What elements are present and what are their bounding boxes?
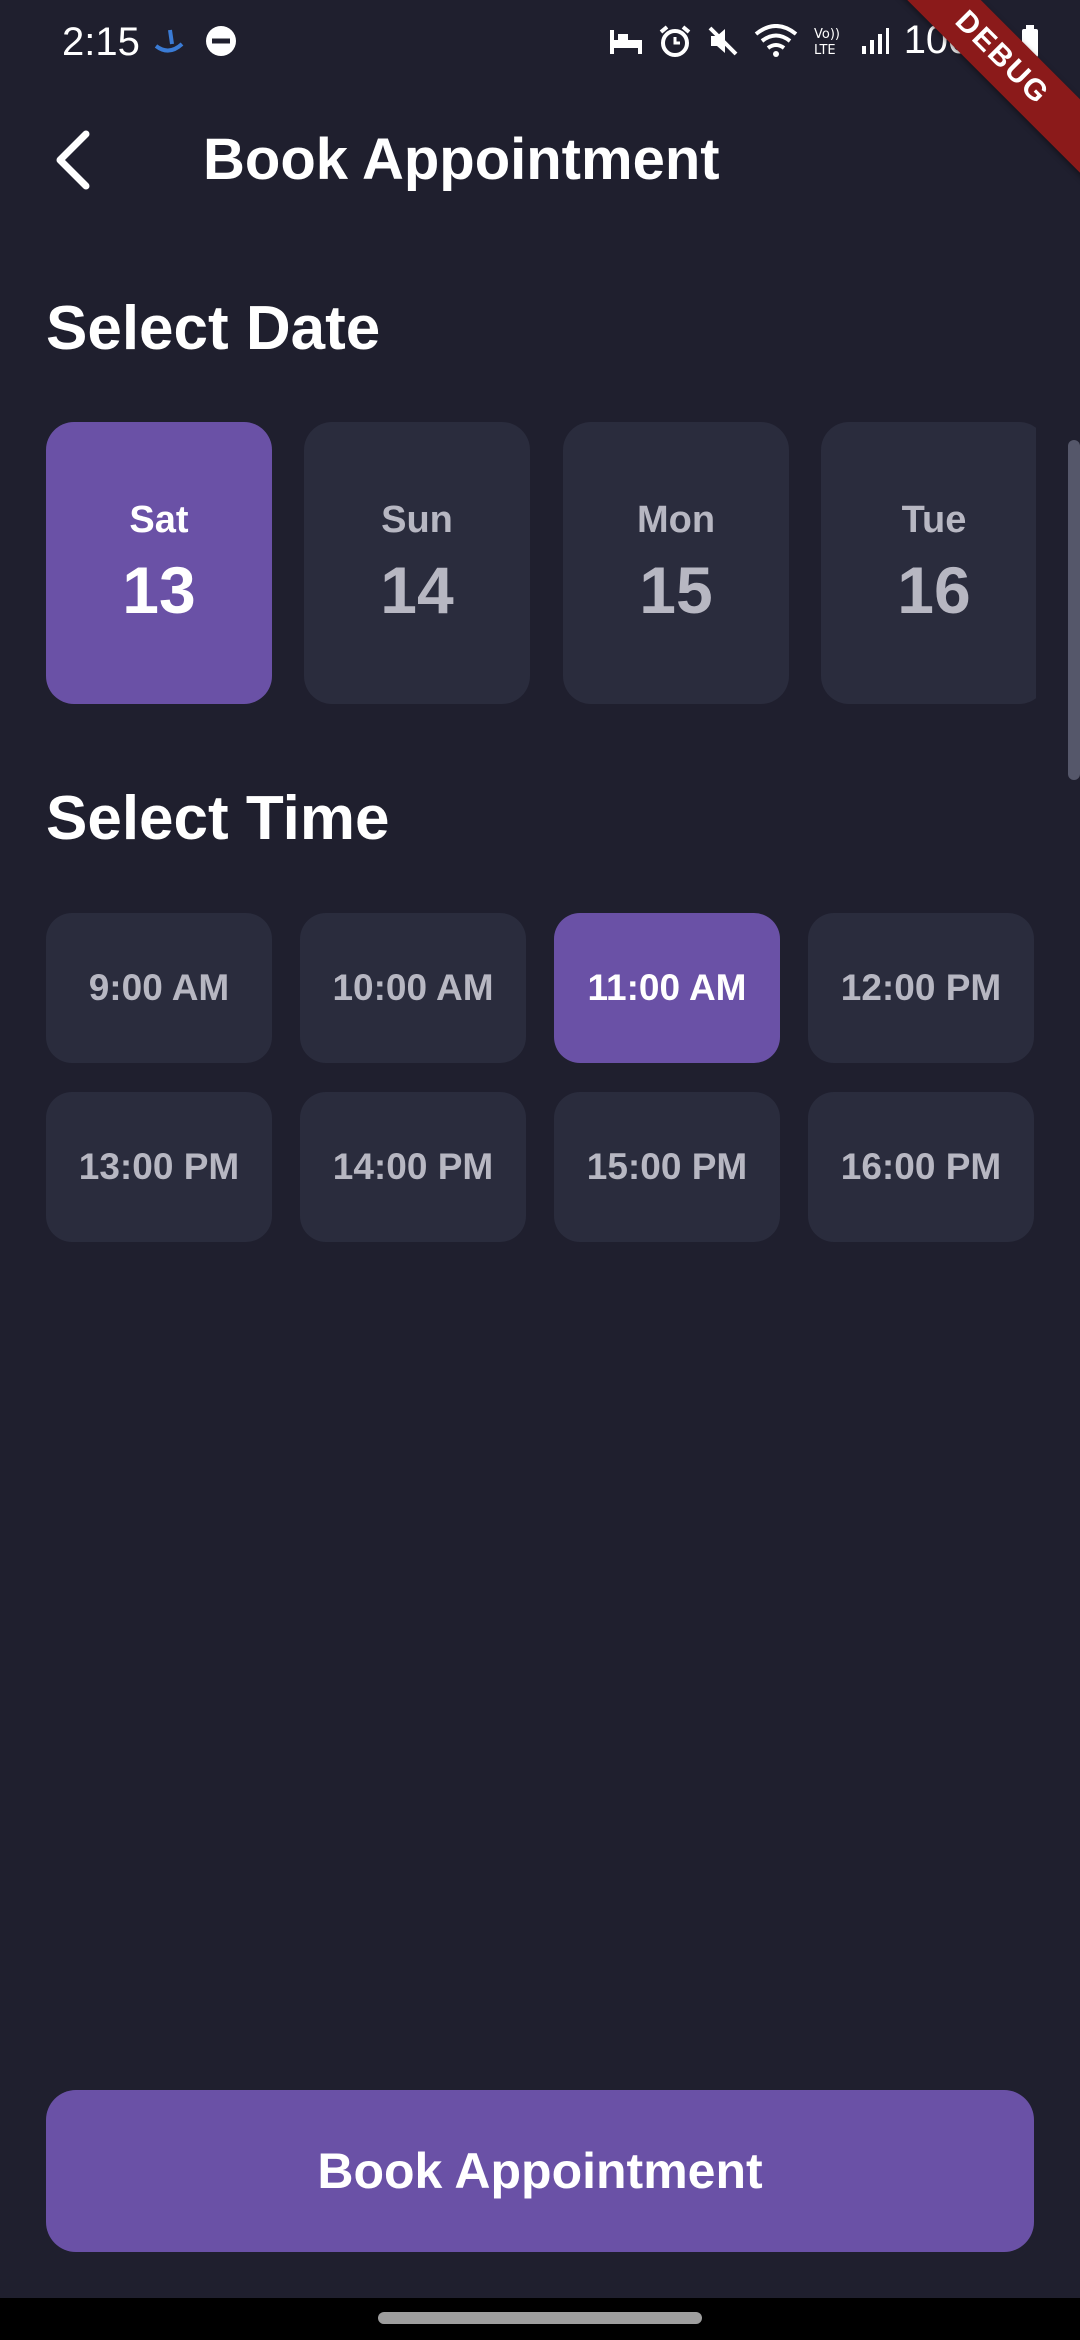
time-slot-16pm[interactable]: 16:00 PM [808,1092,1034,1242]
date-day-label: Mon [636,498,716,541]
sleep-icon [608,26,644,56]
status-left-icons [152,24,238,58]
home-gesture-handle[interactable] [378,2312,702,2324]
time-slot-13pm[interactable]: 13:00 PM [46,1092,272,1242]
svg-text:Vo)): Vo)) [814,27,840,42]
scrollbar[interactable] [1068,440,1080,780]
select-date-heading: Select Date [46,294,381,363]
status-bar: 2:15 Vo)) LTE [0,0,1080,86]
date-number: 15 [639,552,713,627]
date-card-tue-16[interactable]: Tue 16 [821,422,1036,704]
date-card-sun-14[interactable]: Sun 14 [304,422,530,704]
svg-text:LTE: LTE [814,43,836,58]
app-notification-icon [152,26,186,56]
status-time: 2:15 [62,20,140,64]
date-day-label: Sun [381,498,453,541]
book-appointment-button[interactable]: Book Appointment [46,2090,1034,2252]
time-slot-10am[interactable]: 10:00 AM [300,913,526,1063]
back-arrow-icon [52,130,92,195]
book-appointment-screen: 2:15 Vo)) LTE DEBUG Book Appointment Sel… [0,0,1080,2340]
app-bar: Book Appointment [0,110,1080,210]
mute-icon [706,24,740,58]
date-number: 16 [897,552,971,627]
date-number: 13 [122,552,196,627]
select-time-heading: Select Time [46,784,390,853]
back-button[interactable] [30,120,114,204]
time-slot-14pm[interactable]: 14:00 PM [300,1092,526,1242]
time-slot-11am[interactable]: 11:00 AM [554,913,780,1063]
signal-icon [860,26,890,56]
date-day-label: Tue [901,498,967,541]
date-day-label: Sat [129,498,189,541]
date-number: 14 [380,552,454,627]
alarm-icon [658,24,692,58]
do-not-disturb-icon [204,24,238,58]
wifi-icon [754,23,798,58]
time-slot-12pm[interactable]: 12:00 PM [808,913,1034,1063]
page-title: Book Appointment [203,127,720,192]
date-card-sat-13[interactable]: Sat 13 [46,422,272,704]
time-slot-9am[interactable]: 9:00 AM [46,913,272,1063]
volte-icon: Vo)) LTE [812,24,846,58]
navigation-bar [0,2298,1080,2340]
date-picker-strip[interactable]: Sat 13 Sun 14 Mon 15 Tue 16 [0,422,1036,704]
date-card-mon-15[interactable]: Mon 15 [563,422,789,704]
time-slot-15pm[interactable]: 15:00 PM [554,1092,780,1242]
